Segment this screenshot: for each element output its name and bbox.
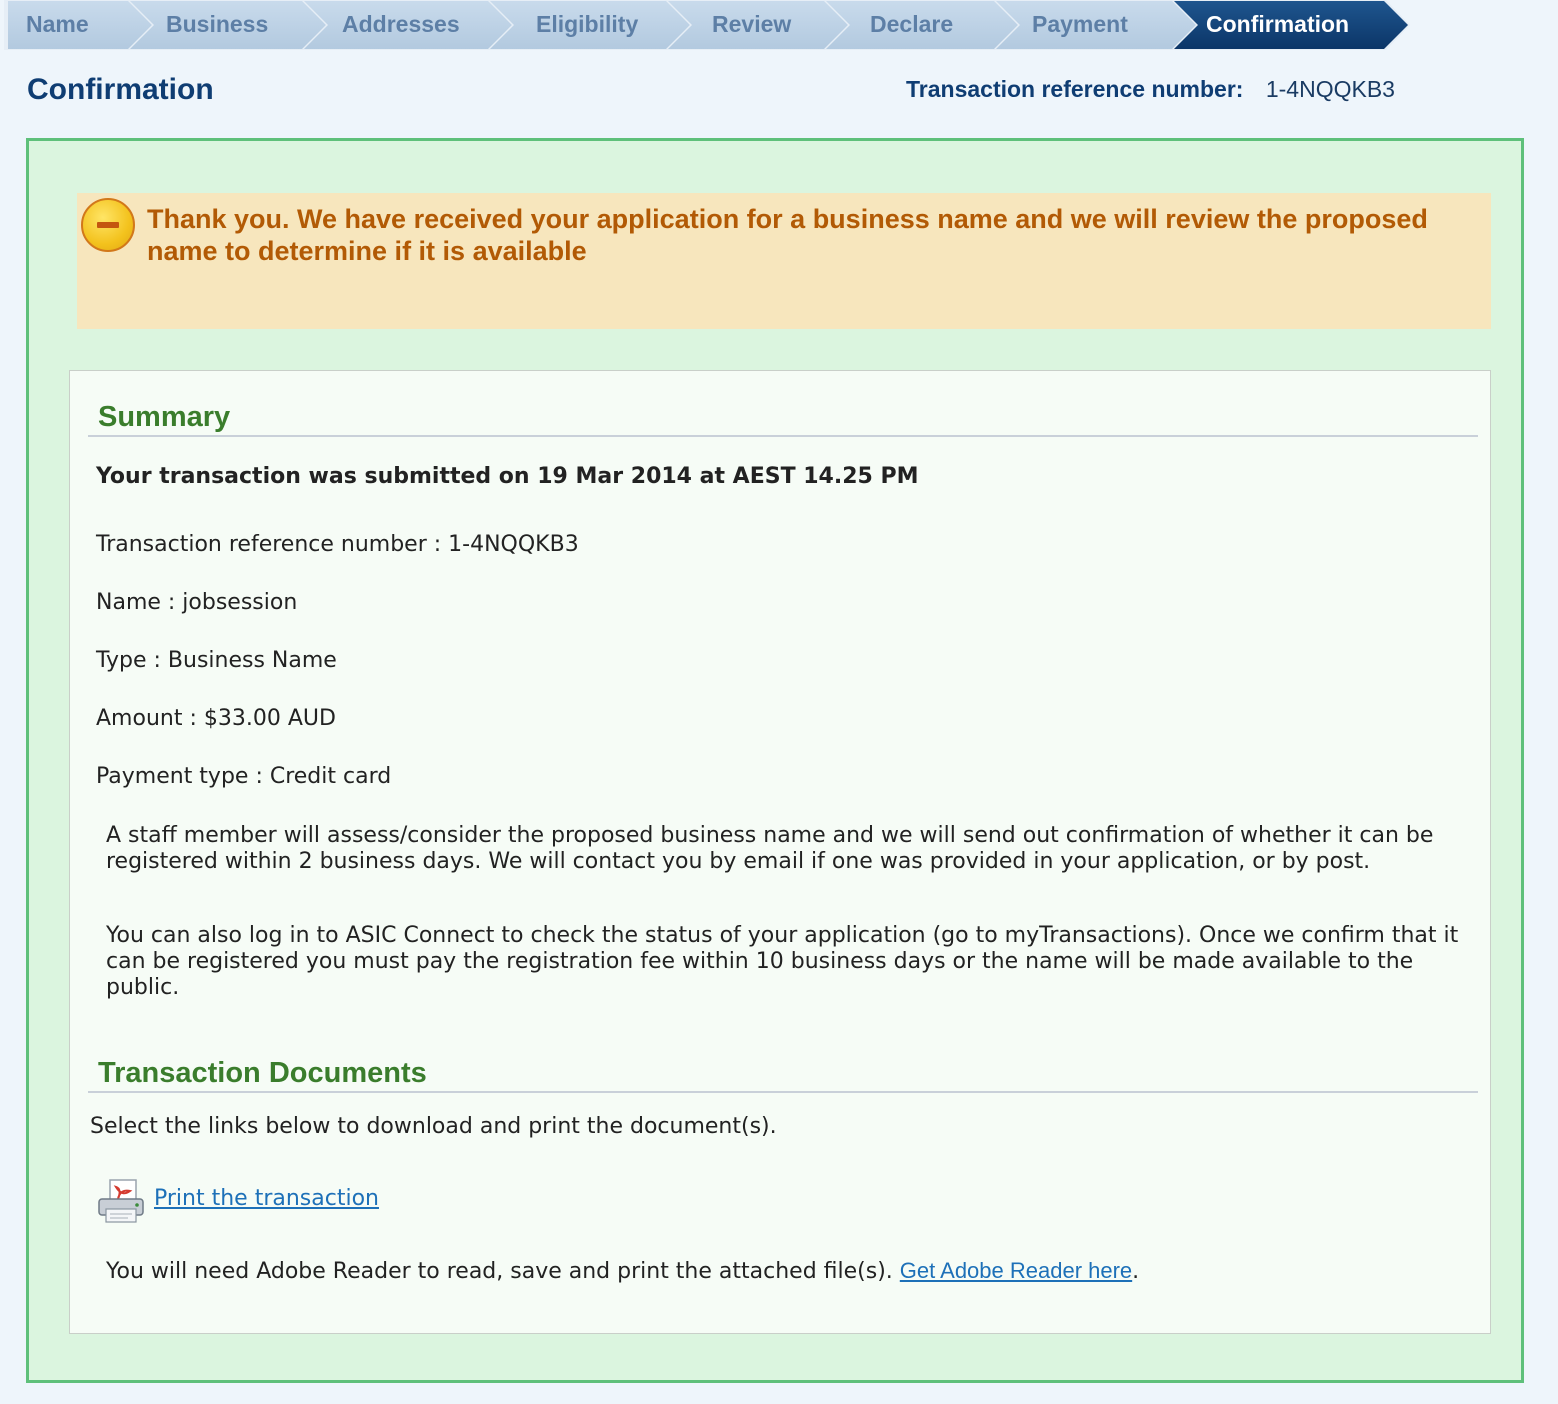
documents-divider: [88, 1091, 1478, 1093]
get-adobe-reader-link[interactable]: Get Adobe Reader here: [900, 1258, 1132, 1283]
step-label: Payment: [1032, 11, 1128, 37]
documents-intro: Select the links below to download and p…: [90, 1114, 777, 1139]
reference-label: Transaction reference number:: [906, 76, 1244, 102]
step-label: Addresses: [342, 11, 460, 37]
step-declare[interactable]: Declare: [824, 0, 1020, 50]
step-label: Confirmation: [1206, 11, 1350, 37]
print-pdf-icon[interactable]: [96, 1179, 150, 1225]
adobe-reader-note: You will need Adobe Reader to read, save…: [106, 1258, 1139, 1284]
summary-heading: Summary: [98, 401, 231, 433]
assessment-paragraph: A staff member will assess/consider the …: [106, 823, 1434, 874]
summary-divider: [88, 435, 1478, 437]
summary-card: Summary Your transaction was submitted o…: [69, 370, 1491, 1334]
payment-type-field: Payment type : Credit card: [96, 764, 392, 789]
step-label: Declare: [870, 11, 954, 37]
step-review[interactable]: Review: [666, 0, 850, 50]
progress-stepper: Name Business Addresses Eligibility Revi…: [0, 0, 1558, 52]
step-label: Business: [166, 11, 269, 37]
status-notice: Thank you. We have received your applica…: [77, 193, 1491, 329]
adobe-reader-text: You will need Adobe Reader to read, save…: [106, 1259, 900, 1284]
confirmation-panel: Thank you. We have received your applica…: [26, 138, 1524, 1383]
notice-message: Thank you. We have received your applica…: [147, 204, 1428, 266]
transaction-reference-header: Transaction reference number: 1-4NQQKB3: [906, 76, 1395, 103]
step-business[interactable]: Business: [128, 0, 328, 50]
print-transaction-link[interactable]: Print the transaction: [154, 1186, 379, 1211]
amount-field: Amount : $33.00 AUD: [96, 706, 336, 731]
step-label: Review: [712, 11, 792, 37]
reference-value: 1-4NQQKB3: [1265, 76, 1395, 102]
type-field: Type : Business Name: [96, 648, 337, 673]
minus-circle-icon: [81, 198, 135, 252]
step-addresses[interactable]: Addresses: [302, 0, 514, 50]
adobe-reader-suffix: .: [1132, 1259, 1140, 1284]
reference-field: Transaction reference number : 1-4NQQKB3: [96, 532, 579, 557]
step-confirmation[interactable]: Confirmation: [1172, 0, 1410, 50]
step-label: Eligibility: [536, 11, 639, 37]
name-field: Name : jobsession: [96, 590, 298, 615]
step-name[interactable]: Name: [4, 0, 154, 50]
submitted-statement: Your transaction was submitted on 19 Mar…: [96, 464, 919, 489]
status-paragraph: You can also log in to ASIC Connect to c…: [106, 923, 1459, 1000]
page-title: Confirmation: [27, 73, 214, 106]
step-label: Name: [26, 11, 89, 37]
step-eligibility[interactable]: Eligibility: [488, 0, 692, 50]
step-payment[interactable]: Payment: [994, 0, 1198, 50]
documents-heading: Transaction Documents: [98, 1057, 427, 1089]
